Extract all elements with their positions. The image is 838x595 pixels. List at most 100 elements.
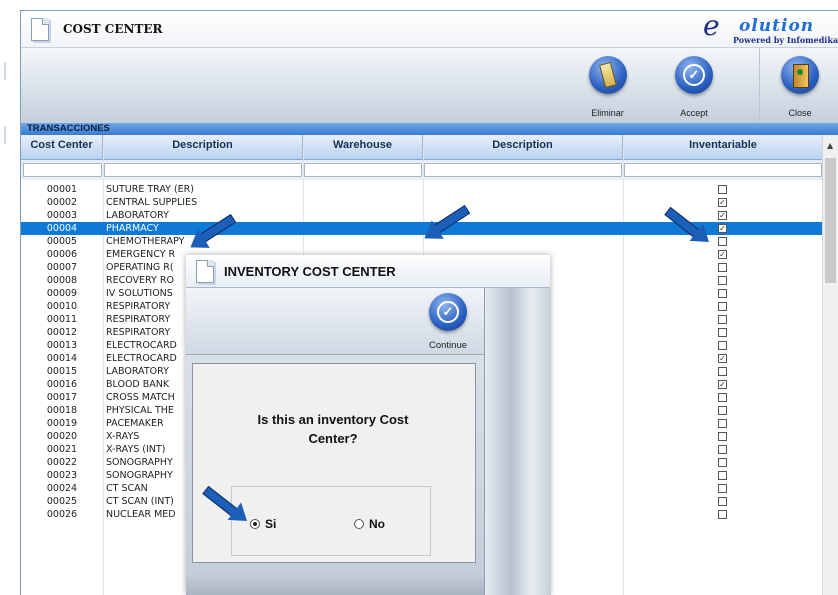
question-line-2: Center? xyxy=(308,431,358,446)
edge-mark xyxy=(4,126,6,144)
cost-center-code: 00009 xyxy=(46,288,78,299)
cost-center-code: 00011 xyxy=(46,314,78,325)
checkbox-unchecked-icon[interactable] xyxy=(718,445,727,454)
option-si[interactable]: Si xyxy=(250,517,276,531)
checkbox-unchecked-icon[interactable] xyxy=(718,289,727,298)
column-header-warehouse[interactable]: Warehouse xyxy=(303,135,423,159)
scroll-up-icon[interactable]: ▲ xyxy=(827,141,833,150)
grid-header: Cost Center Description Warehouse Descri… xyxy=(21,135,823,160)
checkbox-unchecked-icon[interactable] xyxy=(718,263,727,272)
cost-center-code: 00020 xyxy=(46,431,78,442)
checkbox-unchecked-icon[interactable] xyxy=(718,367,727,376)
question-line-1: Is this an inventory Cost xyxy=(257,412,409,427)
checkbox-checked-icon[interactable]: ✓ xyxy=(718,211,727,220)
logo-tagline: Powered by Infomedika xyxy=(733,35,838,45)
radio-selected-icon[interactable] xyxy=(250,519,260,529)
cost-center-description: LABORATORY xyxy=(106,210,169,221)
close-label: Close xyxy=(788,108,812,118)
checkbox-unchecked-icon[interactable] xyxy=(718,432,727,441)
cost-center-code: 00018 xyxy=(46,405,78,416)
eliminar-button[interactable]: Eliminar xyxy=(576,48,639,123)
cost-center-code: 00013 xyxy=(46,340,78,351)
cost-center-code: 00016 xyxy=(46,379,78,390)
checkbox-checked-icon[interactable]: ✓ xyxy=(718,198,727,207)
table-row[interactable]: 00003 LABORATORY ✓ xyxy=(21,209,823,222)
cost-center-code: 00005 xyxy=(46,236,78,247)
filter-cost-center-input[interactable] xyxy=(23,163,102,177)
accept-label: Accept xyxy=(680,108,708,118)
cost-center-description: SUTURE TRAY (ER) xyxy=(106,184,194,195)
dialog-side-panel xyxy=(484,288,551,595)
checkbox-unchecked-icon[interactable] xyxy=(718,406,727,415)
cost-center-code: 00002 xyxy=(46,197,78,208)
column-header-description[interactable]: Description xyxy=(103,135,303,159)
checkbox-unchecked-icon[interactable] xyxy=(718,237,727,246)
options-group: Si No xyxy=(231,486,431,556)
edge-mark xyxy=(4,62,6,80)
filter-inventariable-input[interactable] xyxy=(624,163,822,177)
table-row[interactable]: 00002 CENTRAL SUPPLIES ✓ xyxy=(21,196,823,209)
checkbox-unchecked-icon[interactable] xyxy=(718,328,727,337)
continue-button[interactable]: ✓ Continue xyxy=(412,288,484,354)
filter-warehouse-input[interactable] xyxy=(304,163,422,177)
left-edge xyxy=(0,0,20,595)
window-title: COST CENTER xyxy=(63,22,163,36)
inventory-cost-center-dialog: INVENTORY COST CENTER ✓ Continue Is this… xyxy=(186,255,551,595)
radio-unselected-icon[interactable] xyxy=(354,519,364,529)
close-button[interactable]: Close xyxy=(759,48,838,123)
scrollbar-thumb[interactable] xyxy=(825,158,836,283)
filter-description-input[interactable] xyxy=(104,163,302,177)
checkbox-checked-icon[interactable]: ✓ xyxy=(718,380,727,389)
column-header-warehouse-description[interactable]: Description xyxy=(423,135,623,159)
checkbox-unchecked-icon[interactable] xyxy=(718,393,727,402)
door-exit-icon xyxy=(781,56,819,94)
checkbox-unchecked-icon[interactable] xyxy=(718,510,727,519)
checkbox-unchecked-icon[interactable] xyxy=(718,484,727,493)
cost-center-code: 00026 xyxy=(46,509,78,520)
cost-center-code: 00010 xyxy=(46,301,78,312)
dialog-title-bar: INVENTORY COST CENTER xyxy=(186,255,550,288)
checkbox-unchecked-icon[interactable] xyxy=(718,302,727,311)
checkbox-unchecked-icon[interactable] xyxy=(718,471,727,480)
vertical-scrollbar[interactable]: ▲ xyxy=(822,135,838,595)
checkbox-unchecked-icon[interactable] xyxy=(718,276,727,285)
option-no-label: No xyxy=(369,517,385,531)
checkmark-icon: ✓ xyxy=(675,56,713,94)
checkbox-unchecked-icon[interactable] xyxy=(718,458,727,467)
checkbox-unchecked-icon[interactable] xyxy=(718,497,727,506)
checkbox-unchecked-icon[interactable] xyxy=(718,315,727,324)
document-icon xyxy=(31,18,49,41)
cost-center-code: 00024 xyxy=(46,483,78,494)
continue-label: Continue xyxy=(428,340,468,351)
cost-center-code: 00019 xyxy=(46,418,78,429)
eliminar-label: Eliminar xyxy=(591,108,624,118)
question-panel: Is this an inventory Cost Center? Si No xyxy=(192,363,476,563)
dialog-title: INVENTORY COST CENTER xyxy=(224,264,396,279)
screenshot-frame: COST CENTER e olution Powered by Infomed… xyxy=(0,0,838,595)
question-text: Is this an inventory Cost Center? xyxy=(193,410,473,448)
cost-center-code: 00008 xyxy=(46,275,78,286)
column-header-cost-center[interactable]: Cost Center xyxy=(21,135,103,159)
checkbox-unchecked-icon[interactable] xyxy=(718,341,727,350)
toolbar: Eliminar ✓ Accept Close xyxy=(21,48,838,124)
title-bar: COST CENTER e olution Powered by Infomed… xyxy=(21,11,838,48)
cost-center-code: 00017 xyxy=(46,392,78,403)
checkbox-unchecked-icon[interactable] xyxy=(718,185,727,194)
checkbox-checked-icon[interactable]: ✓ xyxy=(718,224,727,233)
table-row[interactable]: 00001 SUTURE TRAY (ER) xyxy=(21,183,823,196)
cost-center-code: 00022 xyxy=(46,457,78,468)
logo-letter: e xyxy=(703,10,720,42)
option-no[interactable]: No xyxy=(354,517,385,531)
cost-center-code: 00003 xyxy=(46,210,78,221)
cost-center-code: 00023 xyxy=(46,470,78,481)
dialog-body: Is this an inventory Cost Center? Si No xyxy=(186,355,484,595)
checkbox-checked-icon[interactable]: ✓ xyxy=(718,354,727,363)
evolution-logo: e olution Powered by Infomedika xyxy=(699,10,838,45)
checkbox-unchecked-icon[interactable] xyxy=(718,419,727,428)
accept-button[interactable]: ✓ Accept xyxy=(639,48,749,123)
cost-center-code: 00004 xyxy=(46,223,78,234)
column-header-inventariable[interactable]: Inventariable xyxy=(623,135,823,159)
filter-warehouse-description-input[interactable] xyxy=(424,163,622,177)
checkbox-checked-icon[interactable]: ✓ xyxy=(718,250,727,259)
checkmark-icon: ✓ xyxy=(429,293,467,331)
